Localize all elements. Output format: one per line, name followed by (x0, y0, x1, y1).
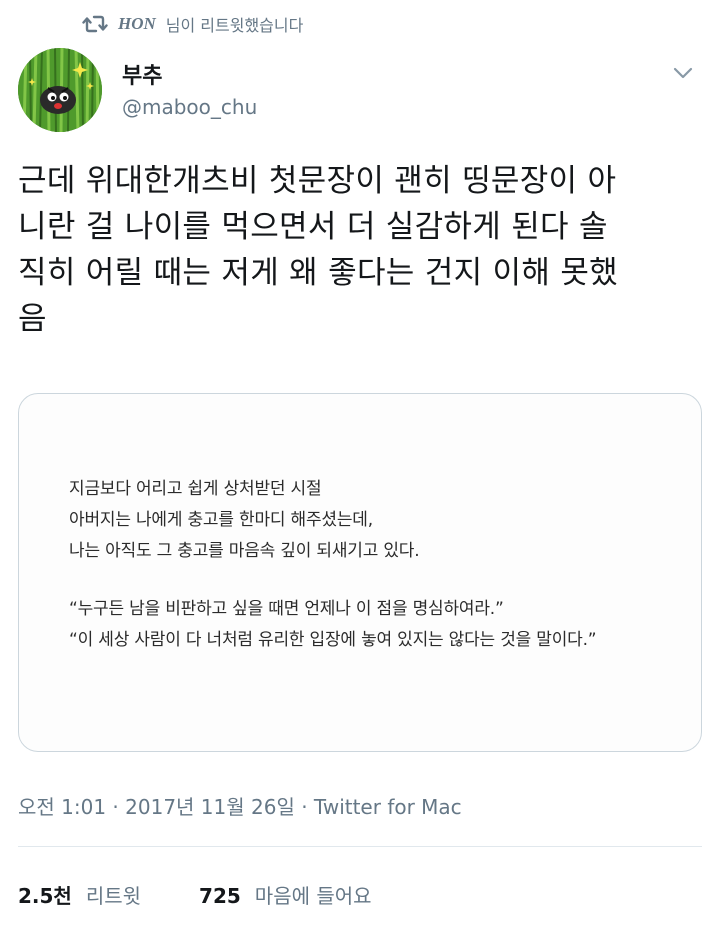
like-count[interactable]: 725 (199, 884, 241, 908)
tweet-timestamp[interactable]: 오전 1:01 · 2017년 11월 26일 · Twitter for Ma… (18, 791, 462, 820)
avatar-image (18, 48, 102, 132)
chevron-down-icon[interactable] (672, 66, 694, 80)
avatar[interactable] (18, 48, 102, 132)
retweet-label: 님이 리트윗했습니다 (165, 16, 304, 35)
tweet-stats: 2.5천 리트윗 725 마음에 들어요 (18, 880, 372, 909)
tweet-line: 근데 위대한개츠비 첫문장이 괜히 띵문장이 아 (18, 163, 617, 199)
retweet-count[interactable]: 2.5천 (18, 880, 72, 909)
card-text-line: 아버지는 나에게 충고를 한마디 해주셨는데, (69, 510, 373, 530)
tweet-page: HON 님이 리트윗했습니다 부추 @maboo_chu 근데 위대한개츠비 첫… (0, 0, 720, 937)
card-text-line: 지금보다 어리고 쉽게 상처받던 시절 (69, 479, 322, 499)
tweet-text: 근데 위대한개츠비 첫문장이 괜히 띵문장이 아 니란 걸 나이를 먹으면서 더… (18, 158, 708, 342)
card-text-line: 나는 아직도 그 충고를 마음속 깊이 되새기고 있다. (69, 541, 420, 561)
card-text-line: “이 세상 사람이 다 너처럼 유리한 입장에 놓여 있지는 않다는 것을 말이… (69, 630, 597, 650)
embedded-image-card[interactable]: 지금보다 어리고 쉽게 상처받던 시절 아버지는 나에게 충고를 한마디 해주셨… (18, 393, 702, 752)
author-name[interactable]: 부추 (122, 58, 162, 90)
retweet-icon (82, 15, 108, 33)
author-handle[interactable]: @maboo_chu (122, 95, 257, 119)
tweet-line: 음 (18, 301, 47, 337)
card-text-line: “누구든 남을 비판하고 싶을 때면 언제나 이 점을 명심하여라.” (69, 599, 504, 619)
retweeter-name[interactable]: HON (118, 14, 156, 34)
retweet-header: HON 님이 리트윗했습니다 (82, 12, 303, 36)
retweet-count-label[interactable]: 리트윗 (86, 880, 141, 909)
divider (18, 846, 702, 847)
tweet-line: 직히 어릴 때는 저게 왜 좋다는 건지 이해 못했 (18, 255, 618, 291)
tweet-line: 니란 걸 나이를 먹으면서 더 실감하게 된다 솔 (18, 209, 608, 245)
like-count-label[interactable]: 마음에 들어요 (255, 880, 372, 909)
